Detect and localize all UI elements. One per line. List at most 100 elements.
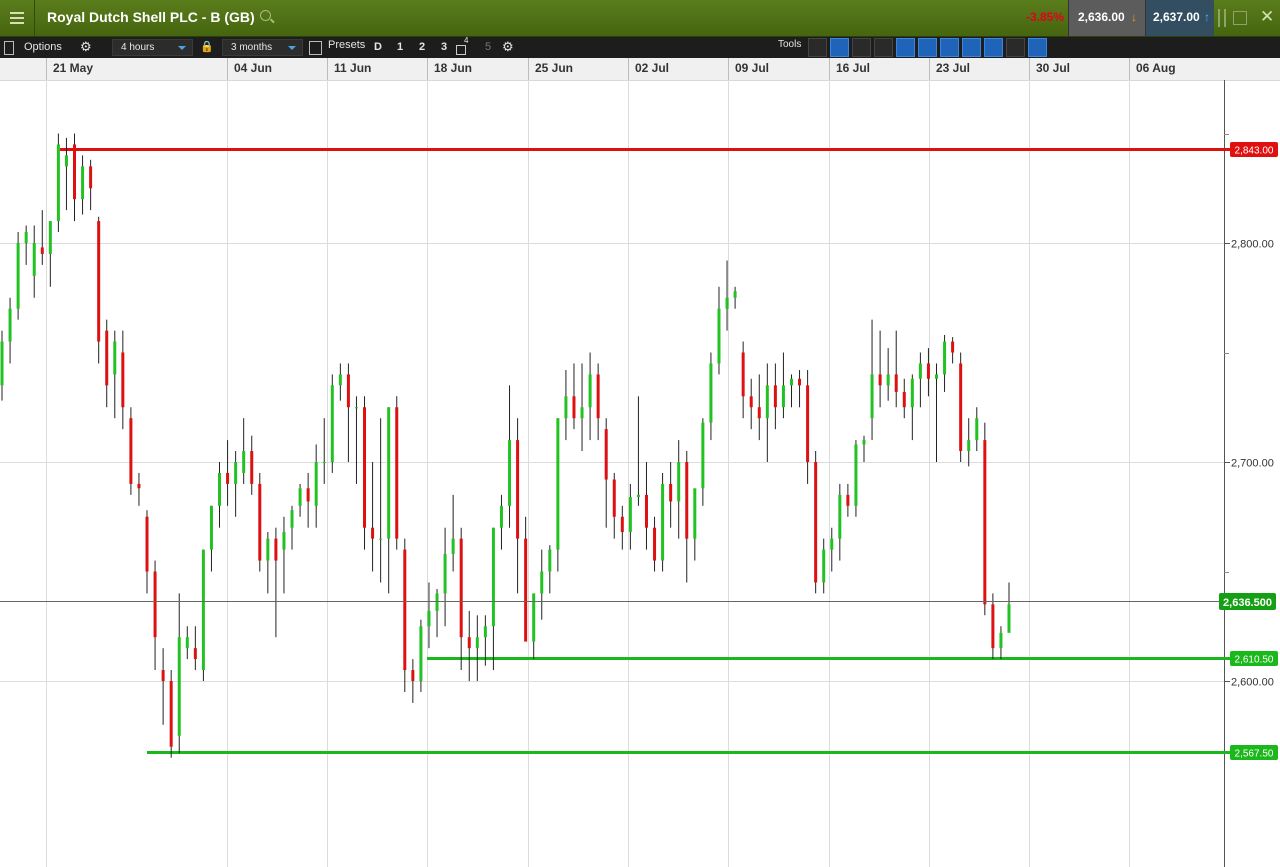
candle-body xyxy=(838,494,842,539)
candle-body xyxy=(661,483,665,561)
gear-icon[interactable]: ⚙ xyxy=(80,37,92,58)
x-tick-label: 11 Jun xyxy=(334,61,371,75)
candle-body xyxy=(161,670,165,681)
candle-body xyxy=(354,407,358,409)
candle-body xyxy=(798,378,802,386)
candle-body xyxy=(830,538,834,550)
pitchfork-tool-icon[interactable] xyxy=(962,38,981,57)
candle-body xyxy=(346,374,350,408)
search-icon[interactable] xyxy=(260,10,271,21)
preset-3-button[interactable]: 3 xyxy=(441,37,447,58)
candle-body xyxy=(209,505,213,550)
candle xyxy=(959,352,963,462)
candle-body xyxy=(16,243,20,309)
candle-body xyxy=(290,510,294,528)
candle-body xyxy=(878,374,882,386)
candle-body xyxy=(669,483,673,502)
candle-body xyxy=(524,538,528,642)
candle-body xyxy=(572,396,576,419)
preset-5-button[interactable]: 5 xyxy=(485,37,491,58)
candle xyxy=(97,216,101,364)
candle-body xyxy=(910,378,914,408)
presets-label: Presets xyxy=(328,39,366,51)
candle-body xyxy=(757,407,761,419)
back-arrow-icon[interactable] xyxy=(808,38,827,57)
options-menu[interactable]: Options xyxy=(24,37,62,58)
sell-price-button[interactable]: 2,636.00 ↓ xyxy=(1068,0,1145,36)
candle-body xyxy=(314,462,318,506)
buy-price-button[interactable]: 2,637.00 ↑ xyxy=(1145,0,1214,36)
candle-body xyxy=(435,593,439,611)
candle-body xyxy=(113,341,117,375)
candle-body xyxy=(588,374,592,408)
resistance-price-label: 2,843.00 xyxy=(1235,146,1274,157)
candle-body xyxy=(822,549,826,583)
popout-icon[interactable] xyxy=(1233,11,1247,25)
x-tick-label: 06 Aug xyxy=(1136,61,1176,75)
title-bar: Royal Dutch Shell PLC - B (GB) -3.85% 2,… xyxy=(0,0,1280,37)
candle-body xyxy=(282,532,286,550)
candle-tool-icon[interactable] xyxy=(918,38,937,57)
candle-body xyxy=(870,374,874,419)
menu-icon[interactable] xyxy=(0,0,35,36)
candle-body xyxy=(97,221,101,342)
candle xyxy=(395,396,399,550)
interval-select[interactable]: 4 hours xyxy=(112,39,193,56)
x-tick-label: 18 Jun xyxy=(434,61,472,75)
candle xyxy=(363,396,367,550)
lock-icon[interactable]: 🔒 xyxy=(200,37,214,58)
range-select[interactable]: 3 months xyxy=(222,39,303,56)
y-tick-label: 2,800.00 xyxy=(1231,239,1274,251)
list-icon[interactable] xyxy=(4,41,14,55)
candle-body xyxy=(443,553,447,594)
save-preset-icon[interactable] xyxy=(456,45,466,55)
trendline-tool-icon[interactable] xyxy=(830,38,849,57)
candle-body xyxy=(628,497,632,533)
tool-settings-icon[interactable] xyxy=(1028,38,1047,57)
candle-body xyxy=(169,681,173,747)
y-tick-label: 2,700.00 xyxy=(1231,458,1274,470)
preset-2-button[interactable]: 2 xyxy=(419,37,425,58)
candle-body xyxy=(185,637,189,649)
candle-body xyxy=(725,297,729,309)
candle-body xyxy=(226,472,230,484)
window-controls: ✕ xyxy=(1214,0,1280,36)
preset-settings-icon[interactable]: ⚙ xyxy=(502,37,514,58)
candle-body xyxy=(620,516,624,533)
label-tool-icon[interactable] xyxy=(984,38,1003,57)
instrument-title: Royal Dutch Shell PLC - B (GB) xyxy=(47,9,255,25)
calendar-icon[interactable] xyxy=(309,41,322,55)
candle xyxy=(258,472,262,572)
x-tick-label: 02 Jul xyxy=(635,61,669,75)
candle-body xyxy=(475,637,479,649)
candle-body xyxy=(298,488,302,506)
candle-body xyxy=(459,538,463,638)
fibonacci-tool-icon[interactable] xyxy=(896,38,915,57)
candle-body xyxy=(1007,604,1011,633)
candle-body xyxy=(943,341,947,375)
candle-body xyxy=(338,374,342,386)
grid-tool-icon[interactable] xyxy=(874,38,893,57)
text-tool-icon[interactable] xyxy=(852,38,871,57)
preset-1-button[interactable]: 1 xyxy=(397,37,403,58)
x-tick-label: 25 Jun xyxy=(535,61,573,75)
candle-body xyxy=(379,538,383,540)
print-icon[interactable] xyxy=(1006,38,1025,57)
layers-tool-icon[interactable] xyxy=(940,38,959,57)
chart-toolbar: Options ⚙ 4 hours 🔒 3 months Presets D 1… xyxy=(0,36,1280,58)
drag-handle-icon[interactable] xyxy=(1218,9,1226,27)
close-icon[interactable]: ✕ xyxy=(1260,7,1274,27)
interval-value: 4 hours xyxy=(121,42,155,53)
candle-body xyxy=(451,538,455,554)
candle xyxy=(56,133,60,233)
candle-body xyxy=(73,144,77,200)
support-price-label: 2,610.50 xyxy=(1235,655,1274,666)
candle-body xyxy=(330,385,334,462)
price-chart[interactable]: 21 May 04 Jun 11 Jun 18 Jun 25 Jun 02 Jul 09 J… xyxy=(0,58,1280,867)
preset-d-button[interactable]: D xyxy=(374,37,382,58)
candle-body xyxy=(250,451,254,484)
candle-body xyxy=(781,385,785,408)
candle xyxy=(403,538,407,692)
candle-body xyxy=(556,418,560,550)
candle xyxy=(556,418,560,572)
